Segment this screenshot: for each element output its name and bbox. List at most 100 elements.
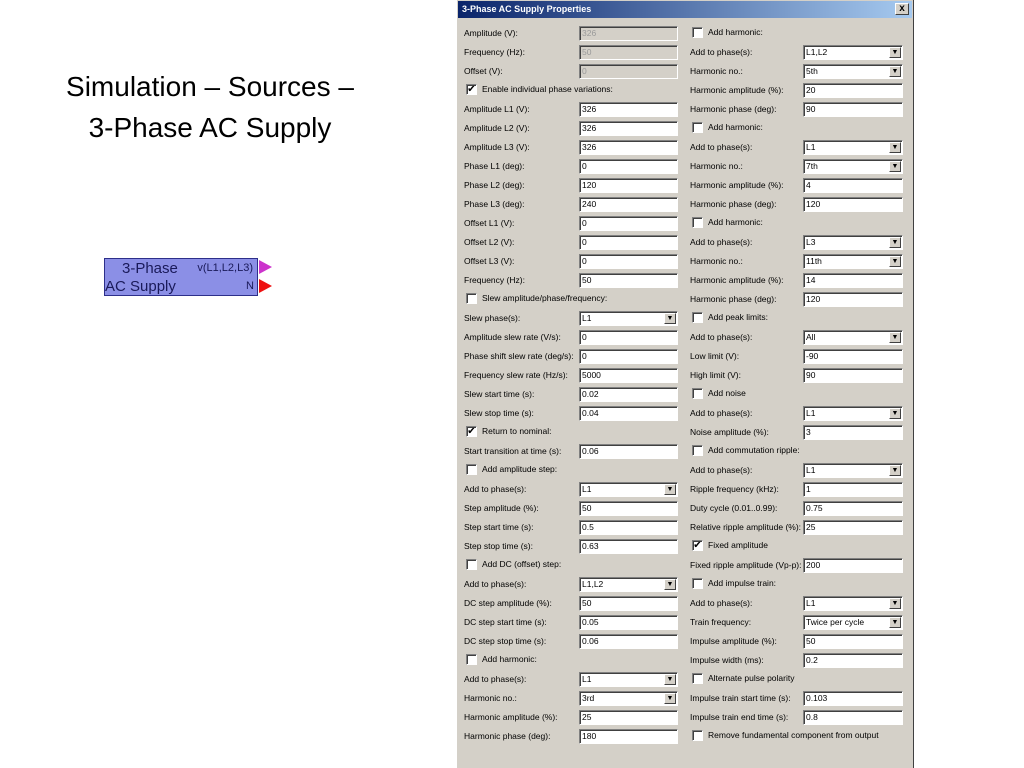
slew-checkbox[interactable]	[466, 293, 477, 304]
h2-amp-field[interactable]: 4	[803, 178, 903, 193]
impulse-amp-field[interactable]: 50	[803, 634, 903, 649]
return-nominal-checkbox[interactable]: ✔	[466, 426, 477, 437]
neutral-port-icon[interactable]	[259, 279, 272, 293]
h2-checkbox[interactable]	[692, 122, 703, 133]
comm-phases-dropdown[interactable]: L1 ▼	[803, 463, 903, 478]
h2-phase-field[interactable]: 120	[803, 197, 903, 212]
amplitude-l2-field[interactable]: 326	[579, 121, 678, 136]
chevron-down-icon[interactable]: ▼	[889, 237, 901, 248]
low-limit-field[interactable]: -90	[803, 349, 903, 364]
add-dc-step-checkbox[interactable]	[466, 559, 477, 570]
slew-stop-field[interactable]: 0.04	[579, 406, 678, 421]
h1-phase-field[interactable]: 90	[803, 102, 903, 117]
noise-checkbox[interactable]	[692, 388, 703, 399]
phase-l2-field[interactable]: 120	[579, 178, 678, 193]
offset-field[interactable]: 0	[579, 64, 678, 79]
amplitude-field[interactable]: 326	[579, 26, 678, 41]
h3-amp-field[interactable]: 14	[803, 273, 903, 288]
train-freq-dropdown[interactable]: Twice per cycle ▼	[803, 615, 903, 630]
chevron-down-icon[interactable]: ▼	[889, 161, 901, 172]
h1-checkbox[interactable]	[692, 27, 703, 38]
train-end-field[interactable]: 0.8	[803, 710, 903, 725]
fixed-ripple-field[interactable]: 200	[803, 558, 903, 573]
h3-phase-label: Harmonic phase (deg):	[690, 294, 777, 304]
remove-fund-checkbox[interactable]	[692, 730, 703, 741]
harm-amp-field[interactable]: 25	[579, 710, 678, 725]
chevron-down-icon[interactable]: ▼	[664, 674, 676, 685]
h3-phase-field[interactable]: 120	[803, 292, 903, 307]
output-port-icon[interactable]	[259, 260, 272, 274]
phase-shift-slew-field[interactable]: 0	[579, 349, 678, 364]
add-harmonic-checkbox[interactable]	[466, 654, 477, 665]
h1-phases-dropdown[interactable]: L1,L2 ▼	[803, 45, 903, 60]
dc-step-start-field[interactable]: 0.05	[579, 615, 678, 630]
peak-phases-dropdown[interactable]: All ▼	[803, 330, 903, 345]
harm-no-dropdown[interactable]: 3rd ▼	[579, 691, 678, 706]
freq-slew-rate-field[interactable]: 5000	[579, 368, 678, 383]
impulse-phases-dropdown[interactable]: L1 ▼	[803, 596, 903, 611]
h3-no-dropdown[interactable]: 11th ▼	[803, 254, 903, 269]
chevron-down-icon[interactable]: ▼	[889, 465, 901, 476]
comm-checkbox[interactable]	[692, 445, 703, 456]
step-start-field[interactable]: 0.5	[579, 520, 678, 535]
chevron-down-icon[interactable]: ▼	[889, 66, 901, 77]
chevron-down-icon[interactable]: ▼	[664, 484, 676, 495]
amplitude-l1-field[interactable]: 326	[579, 102, 678, 117]
high-limit-field[interactable]: 90	[803, 368, 903, 383]
h2-phases-dropdown[interactable]: L1 ▼	[803, 140, 903, 155]
offset-l2-field[interactable]: 0	[579, 235, 678, 250]
dialog-titlebar[interactable]: 3-Phase AC Supply Properties x	[458, 1, 912, 18]
chevron-down-icon[interactable]: ▼	[889, 47, 901, 58]
enable-individual-checkbox[interactable]: ✔	[466, 84, 477, 95]
frequency-field[interactable]: 50	[579, 45, 678, 60]
step-stop-field[interactable]: 0.63	[579, 539, 678, 554]
phase-l1-field[interactable]: 0	[579, 159, 678, 174]
noise-amp-field[interactable]: 3	[803, 425, 903, 440]
alt-polarity-checkbox[interactable]	[692, 673, 703, 684]
impulse-width-field[interactable]: 0.2	[803, 653, 903, 668]
amplitude-l3-field[interactable]: 326	[579, 140, 678, 155]
duty-field[interactable]: 0.75	[803, 501, 903, 516]
harm-phase-field[interactable]: 180	[579, 729, 678, 744]
rel-ripple-field[interactable]: 25	[803, 520, 903, 535]
chevron-down-icon[interactable]: ▼	[889, 408, 901, 419]
chevron-down-icon[interactable]: ▼	[889, 142, 901, 153]
frequency2-field[interactable]: 50	[579, 273, 678, 288]
dc-step-amp-field[interactable]: 50	[579, 596, 678, 611]
slew-start-field[interactable]: 0.02	[579, 387, 678, 402]
step-amp-field[interactable]: 50	[579, 501, 678, 516]
train-start-field[interactable]: 0.103	[803, 691, 903, 706]
noise-phases-dropdown[interactable]: L1 ▼	[803, 406, 903, 421]
ripple-freq-field[interactable]: 1	[803, 482, 903, 497]
amp-slew-rate-field[interactable]: 0	[579, 330, 678, 345]
chevron-down-icon[interactable]: ▼	[889, 332, 901, 343]
dc-phases-dropdown[interactable]: L1,L2 ▼	[579, 577, 678, 592]
slew-phases-dropdown[interactable]: L1 ▼	[579, 311, 678, 326]
chevron-down-icon[interactable]: ▼	[664, 579, 676, 590]
add-amp-step-checkbox[interactable]	[466, 464, 477, 475]
phase-l3-field[interactable]: 240	[579, 197, 678, 212]
harm-phases-dropdown[interactable]: L1 ▼	[579, 672, 678, 687]
freq-slew-rate-label: Frequency slew rate (Hz/s):	[464, 370, 568, 380]
offset-l3-field[interactable]: 0	[579, 254, 678, 269]
peak-checkbox[interactable]	[692, 312, 703, 323]
offset-l1-field[interactable]: 0	[579, 216, 678, 231]
chevron-down-icon[interactable]: ▼	[664, 693, 676, 704]
h1-amp-field[interactable]: 20	[803, 83, 903, 98]
close-button[interactable]: x	[895, 3, 909, 15]
chevron-down-icon[interactable]: ▼	[889, 617, 901, 628]
dc-step-stop-field[interactable]: 0.06	[579, 634, 678, 649]
fixed-amp-checkbox[interactable]: ✔	[692, 540, 703, 551]
h3-checkbox[interactable]	[692, 217, 703, 228]
h2-no-dropdown[interactable]: 7th ▼	[803, 159, 903, 174]
h1-no-dropdown[interactable]: 5th ▼	[803, 64, 903, 79]
chevron-down-icon[interactable]: ▼	[664, 313, 676, 324]
impulse-checkbox[interactable]	[692, 578, 703, 589]
three-phase-supply-block[interactable]: 3-Phase AC Supply v(L1,L2,L3) N	[104, 258, 258, 296]
amplitude-row: Amplitude (V): 326	[464, 24, 686, 43]
chevron-down-icon[interactable]: ▼	[889, 598, 901, 609]
start-transition-field[interactable]: 0.06	[579, 444, 678, 459]
step-phases-dropdown[interactable]: L1 ▼	[579, 482, 678, 497]
h3-phases-dropdown[interactable]: L3 ▼	[803, 235, 903, 250]
chevron-down-icon[interactable]: ▼	[889, 256, 901, 267]
